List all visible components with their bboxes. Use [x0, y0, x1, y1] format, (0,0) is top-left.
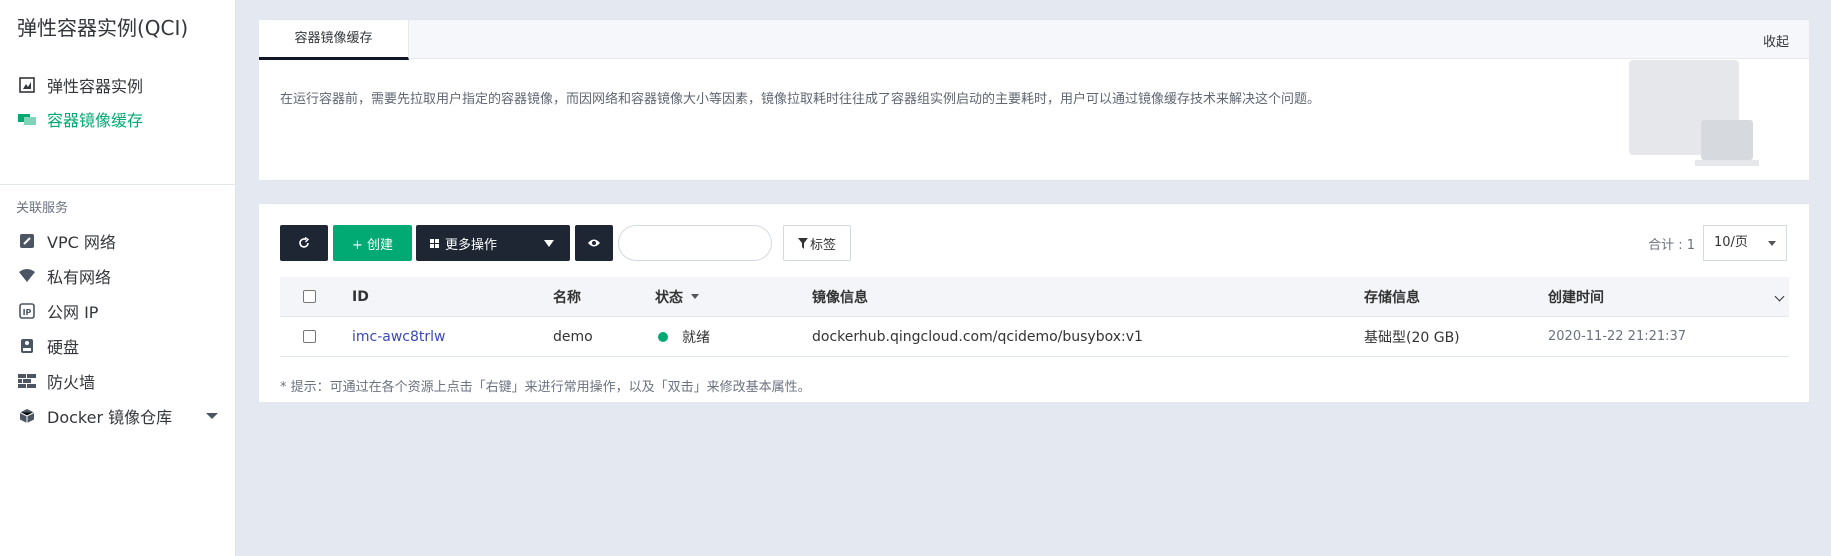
vpc-icon [18, 232, 36, 250]
row-image: dockerhub.qingcloud.com/qcidemo/busybox:… [812, 328, 1143, 345]
list-panel: + 创建 更多操作 标签 合计 : 1 10/页 ID 名称 状态 镜像信息 存… [258, 203, 1810, 403]
disk-icon [18, 337, 36, 355]
related-services-label: 关联服务 [16, 201, 69, 216]
usage-hint: * 提示：可通过在各个资源上点击「右键」来进行常用操作，以及「双击」来修改基本属… [280, 380, 811, 395]
info-tabbar: 容器镜像缓存 收起 [259, 20, 1809, 60]
sidebar-item-image-cache[interactable]: 容器镜像缓存 [0, 104, 236, 134]
tag-filter-label: 标签 [809, 237, 836, 253]
column-settings-chevron-icon[interactable] [1774, 291, 1785, 302]
chevron-down-icon [206, 413, 218, 419]
product-title: 弹性容器实例(QCI) [17, 16, 189, 40]
column-header-name[interactable]: 名称 [553, 277, 581, 316]
sidebar-item-label: 容器镜像缓存 [47, 111, 144, 130]
svg-text:IP: IP [23, 308, 32, 317]
sidebar-item-instances[interactable]: 弹性容器实例 [0, 70, 236, 100]
sidebar-item-label: 私有网络 [47, 268, 112, 287]
sidebar: 弹性容器实例(QCI) 弹性容器实例 容器镜像缓存 关联服务 VPC 网络 私有… [0, 0, 236, 556]
sidebar-item-label: 弹性容器实例 [47, 77, 144, 96]
instance-icon [18, 76, 36, 94]
sidebar-item-label: VPC 网络 [47, 233, 116, 252]
status-dot-icon [658, 331, 668, 342]
sidebar-item-private-network[interactable]: 私有网络 [0, 261, 236, 291]
refresh-icon [299, 237, 310, 248]
devices-illustration-icon [1629, 60, 1789, 170]
page-size-value: 10/页 [1714, 235, 1748, 250]
column-header-status-label: 状态 [655, 289, 683, 306]
search-input[interactable] [618, 225, 772, 261]
caret-down-icon [544, 240, 554, 247]
sidebar-item-label: 防火墙 [47, 373, 96, 392]
column-header-created[interactable]: 创建时间 [1548, 277, 1604, 316]
sidebar-item-label: Docker 镜像仓库 [47, 408, 173, 427]
eye-icon [588, 239, 600, 247]
table-row[interactable]: imc-awc8trlw demo 就绪 dockerhub.qingcloud… [280, 317, 1789, 357]
row-created: 2020-11-22 21:21:37 [1548, 329, 1687, 344]
chevron-down-icon [1768, 241, 1776, 246]
sidebar-item-disk[interactable]: 硬盘 [0, 331, 236, 361]
column-header-status[interactable]: 状态 [655, 277, 699, 316]
page-size-select[interactable]: 10/页 [1703, 225, 1787, 261]
sidebar-divider [0, 184, 236, 185]
row-name: demo [553, 328, 593, 345]
sidebar-item-public-ip[interactable]: IP 公网 IP [0, 296, 236, 326]
tag-filter-button[interactable]: 标签 [783, 225, 851, 261]
column-header-storage[interactable]: 存储信息 [1364, 277, 1420, 316]
image-cache-icon [18, 110, 36, 128]
table-header: ID 名称 状态 镜像信息 存储信息 创建时间 [280, 277, 1789, 317]
more-actions-dropdown[interactable]: 更多操作 [416, 225, 570, 261]
create-button[interactable]: + 创建 [333, 225, 412, 261]
grid-icon [430, 238, 439, 248]
sidebar-item-label: 硬盘 [47, 338, 80, 357]
row-id-link[interactable]: imc-awc8trlw [352, 317, 446, 356]
column-header-image[interactable]: 镜像信息 [812, 277, 868, 316]
wifi-icon [18, 267, 36, 285]
collapse-button[interactable]: 收起 [1763, 31, 1789, 50]
info-panel: 容器镜像缓存 收起 在运行容器前，需要先拉取用户指定的容器镜像，而因网络和容器镜… [258, 19, 1810, 181]
row-checkbox[interactable] [303, 330, 316, 343]
filter-caret-icon[interactable] [691, 294, 699, 299]
ip-icon: IP [18, 302, 36, 320]
row-storage: 基础型(20 GB) [1364, 329, 1460, 346]
filter-icon [797, 237, 808, 249]
column-header-id[interactable]: ID [352, 277, 369, 316]
sidebar-item-firewall[interactable]: 防火墙 [0, 366, 236, 396]
row-status: 就绪 [658, 317, 710, 356]
firewall-icon [18, 372, 36, 390]
sidebar-item-docker-registry[interactable]: Docker 镜像仓库 [0, 401, 236, 431]
tab-image-cache[interactable]: 容器镜像缓存 [259, 20, 409, 60]
select-all-cell [303, 277, 316, 316]
row-status-label: 就绪 [682, 329, 710, 346]
total-count: 合计 : 1 [1648, 238, 1695, 253]
refresh-button[interactable] [280, 225, 328, 261]
more-actions-label: 更多操作 [445, 237, 498, 253]
sidebar-item-label: 公网 IP [47, 303, 99, 322]
info-description: 在运行容器前，需要先拉取用户指定的容器镜像，而因网络和容器镜像大小等因素，镜像拉… [280, 92, 1321, 107]
sidebar-item-vpc[interactable]: VPC 网络 [0, 226, 236, 256]
docker-box-icon [18, 407, 36, 425]
toggle-view-button[interactable] [575, 225, 613, 261]
row-select-cell [303, 317, 316, 356]
select-all-checkbox[interactable] [303, 290, 316, 303]
